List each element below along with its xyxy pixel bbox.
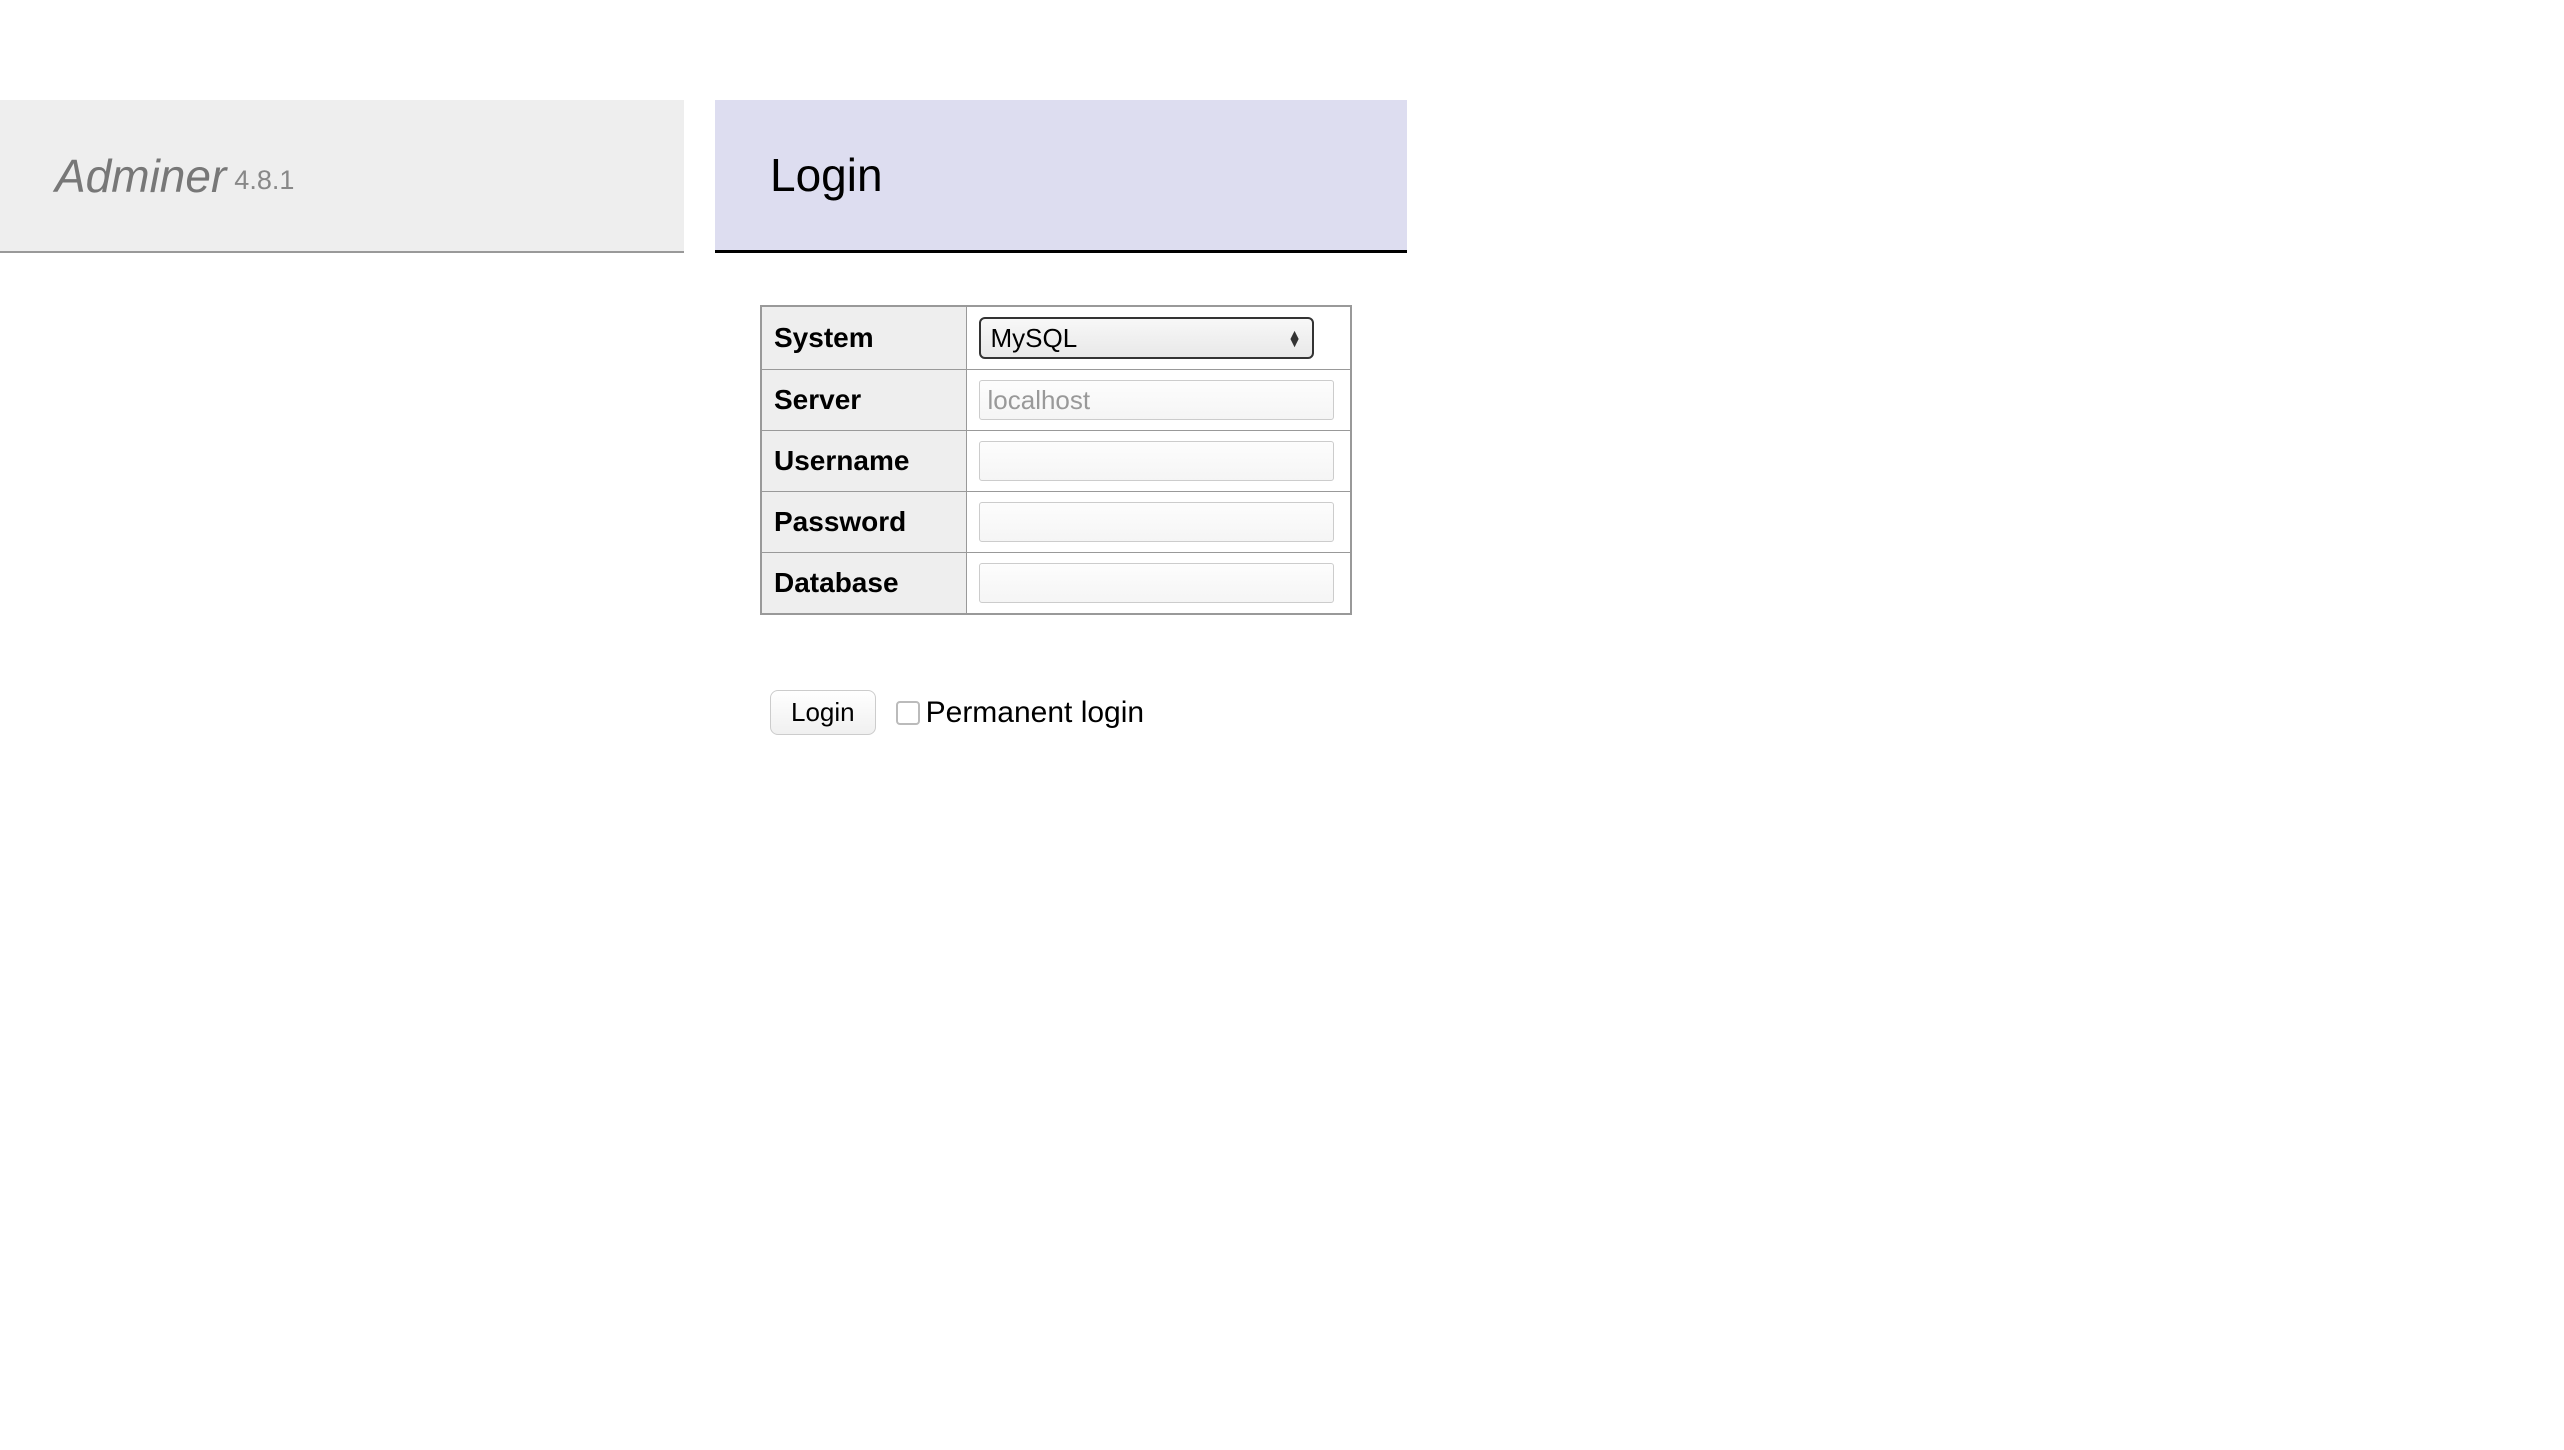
page-title: Login bbox=[770, 148, 883, 202]
username-label: Username bbox=[761, 431, 966, 492]
main-header: Login bbox=[715, 100, 1407, 253]
database-input[interactable] bbox=[979, 563, 1334, 603]
system-label: System bbox=[761, 306, 966, 370]
app-version: 4.8.1 bbox=[234, 155, 294, 196]
permanent-login-text: Permanent login bbox=[926, 696, 1144, 730]
app-name[interactable]: Adminer bbox=[55, 149, 226, 203]
login-actions: Login Permanent login bbox=[770, 690, 1144, 735]
permanent-login-label[interactable]: Permanent login bbox=[896, 696, 1144, 730]
sidebar-header: Adminer 4.8.1 bbox=[0, 100, 684, 253]
login-button[interactable]: Login bbox=[770, 690, 876, 735]
permanent-login-checkbox[interactable] bbox=[896, 701, 920, 725]
system-select[interactable]: MySQL bbox=[979, 317, 1314, 359]
password-input[interactable] bbox=[979, 502, 1334, 542]
server-input[interactable] bbox=[979, 380, 1334, 420]
database-label: Database bbox=[761, 553, 966, 615]
username-input[interactable] bbox=[979, 441, 1334, 481]
server-label: Server bbox=[761, 370, 966, 431]
password-label: Password bbox=[761, 492, 966, 553]
login-form-table: System MySQL ▲▼ Server Username Password… bbox=[760, 305, 1352, 615]
